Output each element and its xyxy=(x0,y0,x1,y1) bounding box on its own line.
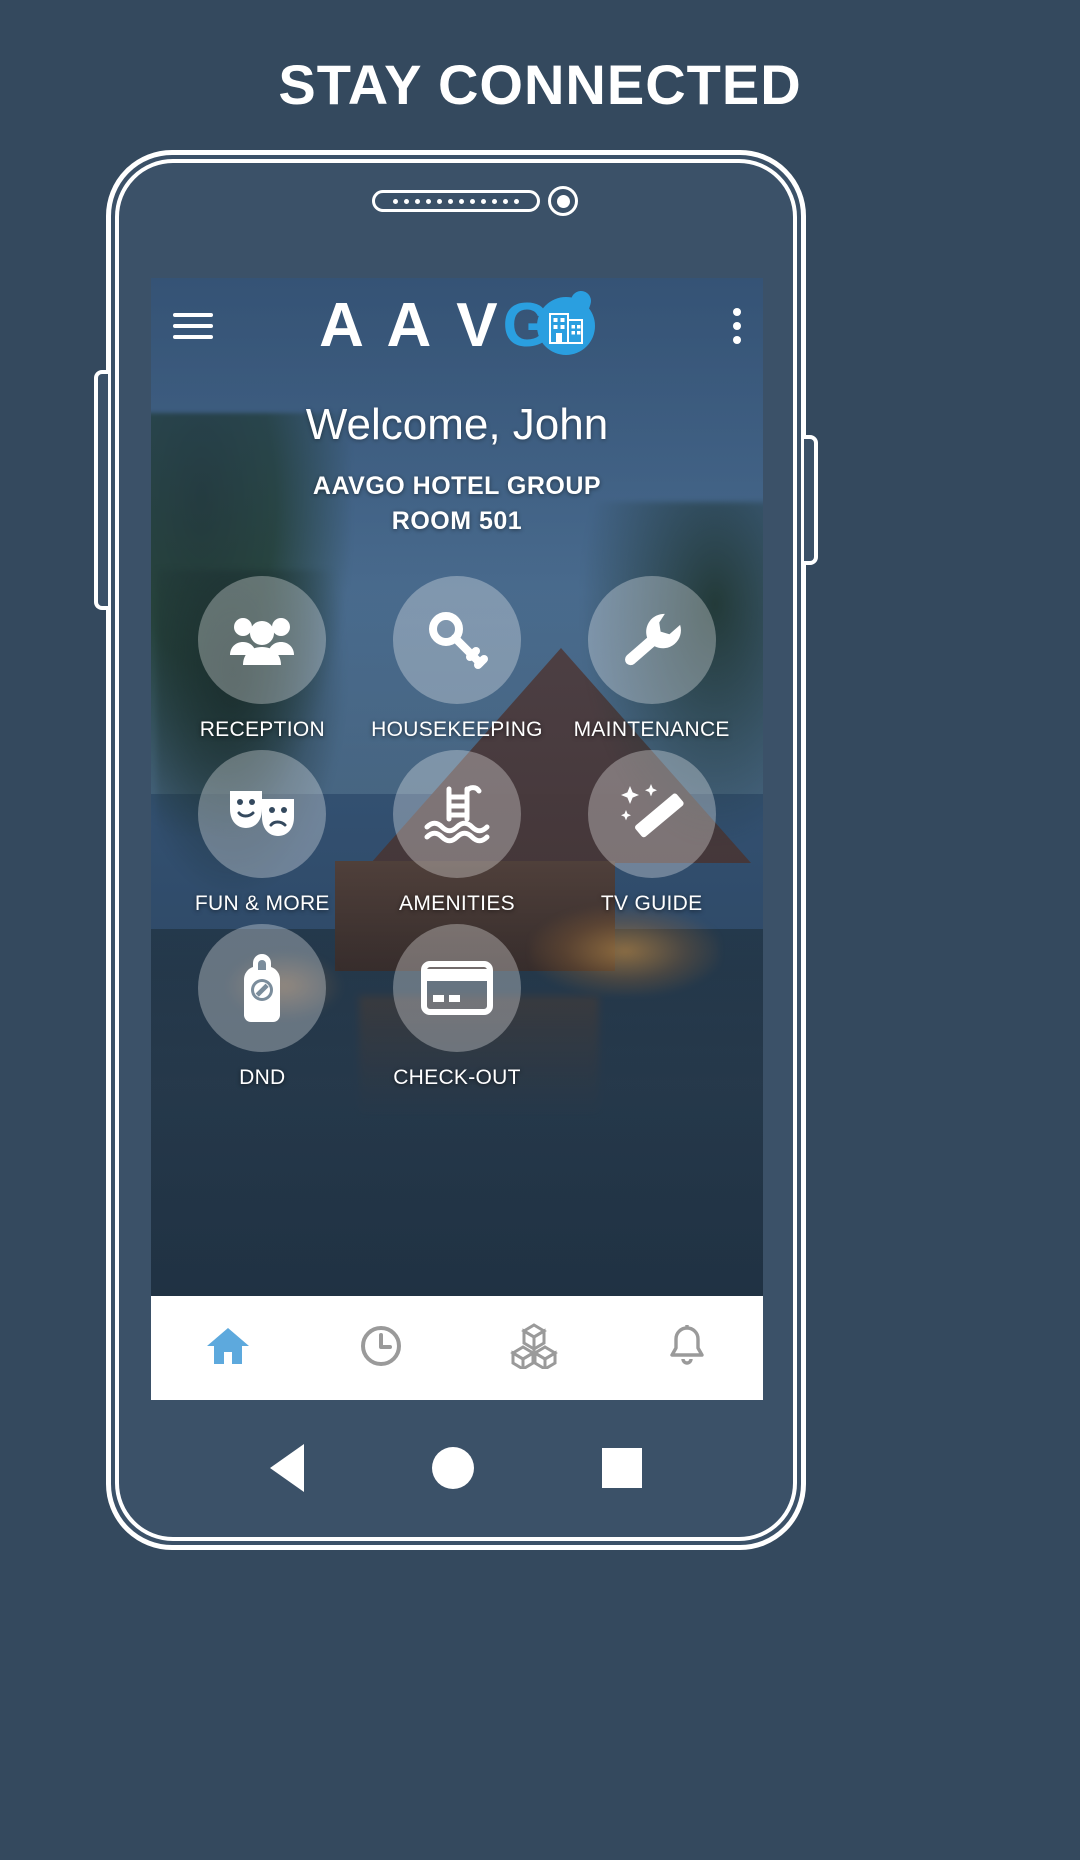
tile-label: HOUSEKEEPING xyxy=(371,718,543,741)
tile-label: CHECK-OUT xyxy=(393,1066,521,1089)
tile-label: AMENITIES xyxy=(399,892,515,915)
earpiece-speaker-icon xyxy=(372,190,540,212)
square-recents-icon[interactable] xyxy=(602,1448,642,1488)
bottom-navigation-bar xyxy=(151,1296,763,1400)
service-tile-grid: RECEPTION HOUSEKEEPING MAINTENANCE FUN &… xyxy=(151,576,763,1090)
theater-masks-icon xyxy=(198,750,327,878)
tile-amenities[interactable]: AMENITIES xyxy=(360,750,555,916)
front-camera-icon xyxy=(548,186,578,216)
hotel-building-icon xyxy=(536,297,595,355)
tile-check-out[interactable]: CHECK-OUT xyxy=(360,924,555,1090)
hotel-group-name: AAVGO HOTEL GROUP xyxy=(312,472,602,500)
app-bar: A A V G xyxy=(151,278,763,374)
key-icon xyxy=(392,576,521,704)
tile-label: TV GUIDE xyxy=(600,892,703,915)
clock-icon xyxy=(359,1324,403,1373)
tile-label: MAINTENANCE xyxy=(573,718,730,741)
app-screen: A A V G Welcome, John AAVGO HOTEL GROUP … xyxy=(151,278,763,1400)
logo-text-primary: A A V xyxy=(319,291,503,360)
nav-item-notifications[interactable] xyxy=(610,1324,763,1373)
circle-home-icon[interactable] xyxy=(432,1447,474,1489)
tile-fun-and-more[interactable]: FUN & MORE xyxy=(165,750,360,916)
bell-icon xyxy=(667,1324,707,1373)
nav-item-services[interactable] xyxy=(457,1322,610,1374)
magic-wand-icon xyxy=(587,750,716,878)
tile-label: RECEPTION xyxy=(199,718,325,741)
tile-label: DND xyxy=(239,1066,286,1089)
swimming-pool-icon xyxy=(392,750,521,878)
power-button[interactable] xyxy=(804,435,818,565)
tile-label: FUN & MORE xyxy=(194,892,330,915)
tile-maintenance[interactable]: MAINTENANCE xyxy=(554,576,749,742)
people-group-icon xyxy=(198,576,327,704)
tile-housekeeping[interactable]: HOUSEKEEPING xyxy=(360,576,555,742)
triangle-back-icon[interactable] xyxy=(270,1444,304,1492)
kebab-menu-icon[interactable] xyxy=(733,308,741,344)
logo-text-accent: G xyxy=(502,291,551,360)
welcome-greeting: Welcome, John xyxy=(305,400,609,449)
tile-tv-guide[interactable]: TV GUIDE xyxy=(554,750,749,916)
wrench-icon xyxy=(587,576,716,704)
room-number: ROOM 501 xyxy=(391,507,523,535)
app-logo: A A V G xyxy=(151,295,763,357)
home-icon xyxy=(206,1326,250,1371)
volume-button[interactable] xyxy=(94,370,108,610)
door-hanger-icon xyxy=(198,924,327,1052)
cubes-icon xyxy=(509,1322,558,1374)
android-soft-keys xyxy=(106,1428,806,1508)
page-title: STAY CONNECTED xyxy=(278,53,802,116)
tile-dnd[interactable]: DND xyxy=(165,924,360,1090)
credit-card-icon xyxy=(392,924,521,1052)
tile-reception[interactable]: RECEPTION xyxy=(165,576,360,742)
phone-device-frame: A A V G Welcome, John AAVGO HOTEL GROUP … xyxy=(94,150,818,1550)
hamburger-menu-icon[interactable] xyxy=(173,313,213,339)
nav-item-home[interactable] xyxy=(151,1326,304,1371)
nav-item-history[interactable] xyxy=(304,1324,457,1373)
